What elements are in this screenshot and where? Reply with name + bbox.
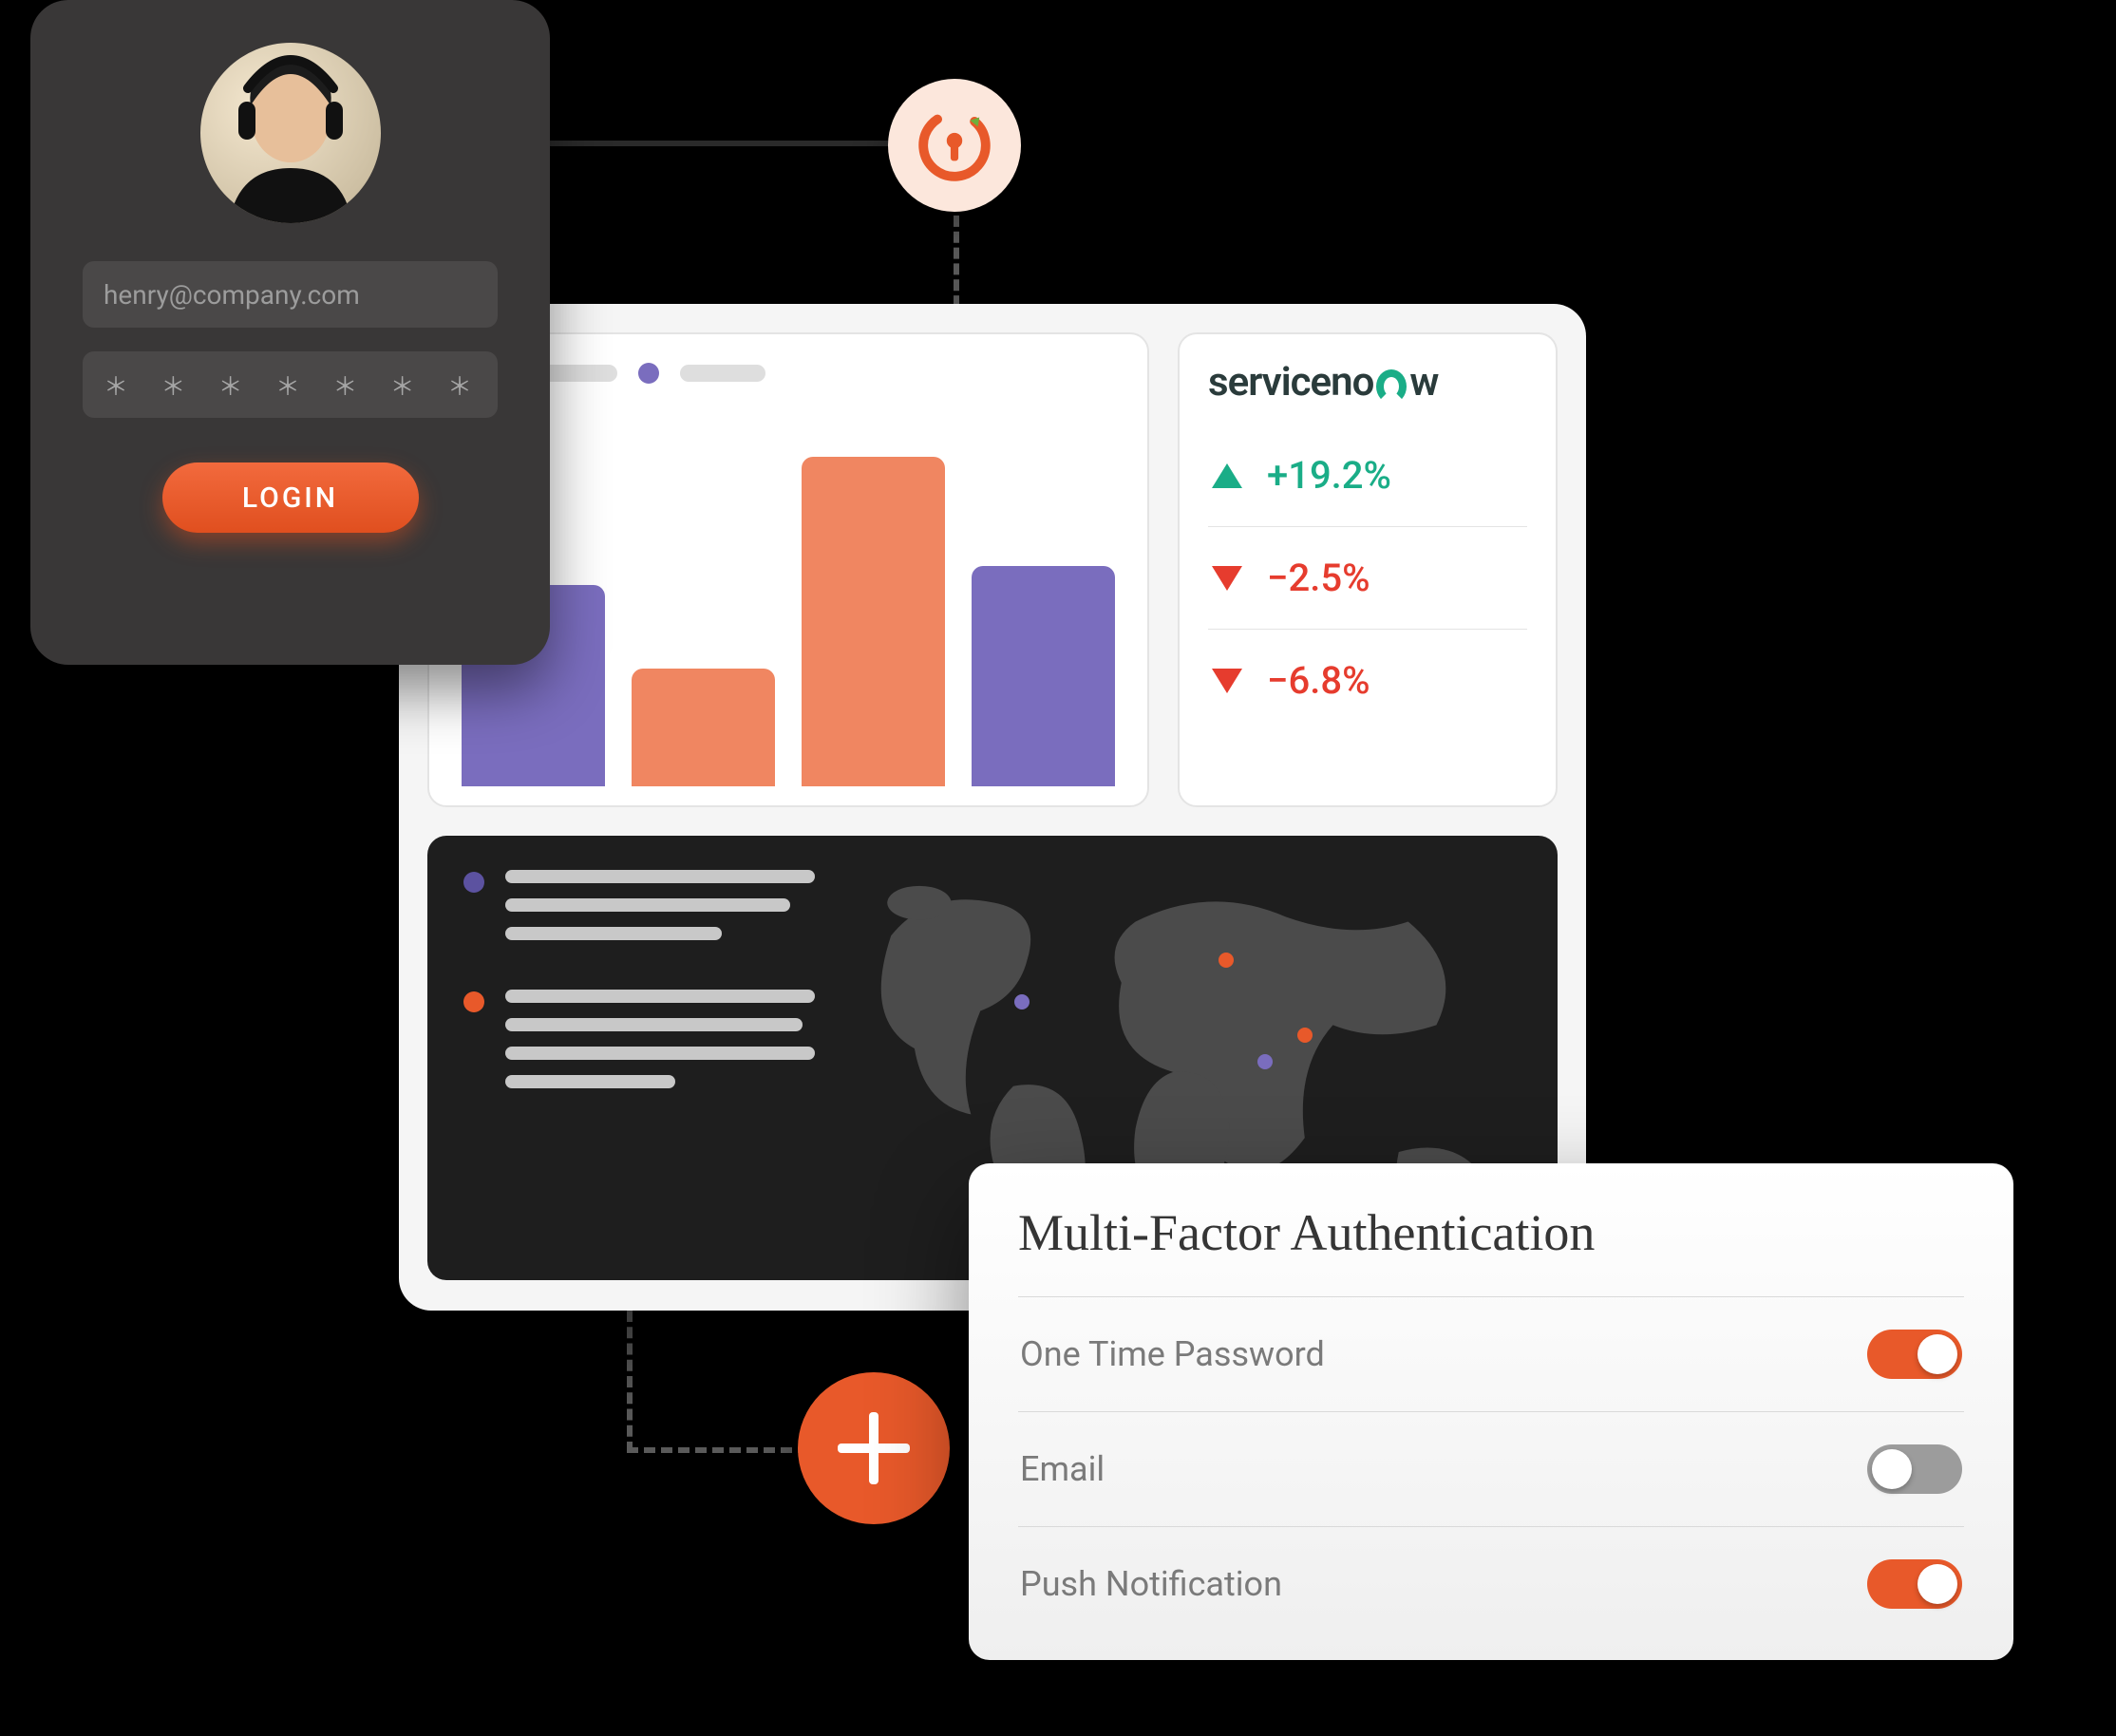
chart-legend (462, 363, 1115, 384)
mfa-toggle[interactable] (1867, 1330, 1962, 1379)
map-marker (1219, 953, 1234, 968)
chart-bar (632, 669, 775, 786)
stat-value: −6.8% (1267, 658, 1370, 703)
avatar (200, 43, 381, 223)
map-marker (1014, 994, 1030, 1010)
mfa-toggle[interactable] (1867, 1444, 1962, 1494)
triangle-up-icon (1212, 463, 1242, 488)
connector-dashed (627, 1311, 633, 1453)
servicenow-logo: servicenow (1208, 359, 1527, 406)
legend-dot-series2 (638, 363, 659, 384)
mfa-option-label: Email (1020, 1449, 1105, 1489)
stat-row: +19.2% (1208, 425, 1527, 526)
placeholder-line (505, 1018, 803, 1031)
login-button[interactable]: LOGIN (162, 462, 419, 533)
mfa-option-row: One Time Password (1018, 1296, 1964, 1411)
placeholder-line (505, 1075, 675, 1088)
stat-value: −2.5% (1267, 556, 1370, 600)
chart-bar (802, 457, 945, 786)
triangle-down-icon (1212, 566, 1242, 591)
dashboard-panel: servicenow +19.2% −2.5% −6.8% (399, 304, 1586, 1311)
placeholder-line (505, 898, 790, 912)
login-card: LOGIN (30, 0, 550, 665)
stat-row: −2.5% (1208, 526, 1527, 629)
mfa-option-label: One Time Password (1020, 1334, 1325, 1374)
placeholder-line (505, 870, 815, 883)
list-item (463, 990, 815, 1088)
legend-dot-icon (463, 872, 484, 893)
mfa-toggle[interactable] (1867, 1559, 1962, 1609)
placeholder-line (505, 990, 815, 1003)
mfa-option-row: Push Notification (1018, 1526, 1964, 1641)
keyhole-icon (916, 106, 993, 184)
password-field[interactable] (83, 351, 498, 418)
legend-dot-icon (463, 991, 484, 1012)
chart-bar (972, 566, 1115, 786)
list-item (463, 870, 815, 940)
placeholder-line (505, 1047, 815, 1060)
stat-value: +19.2% (1267, 453, 1391, 498)
add-button[interactable] (798, 1372, 950, 1524)
brand-badge (888, 79, 1021, 212)
stats-card: servicenow +19.2% −2.5% −6.8% (1178, 332, 1558, 807)
mfa-title: Multi-Factor Authentication (1018, 1203, 1964, 1262)
mfa-option-label: Push Notification (1020, 1564, 1282, 1604)
placeholder-line (505, 927, 722, 940)
map-legend-list (463, 870, 815, 1246)
mfa-option-row: Email (1018, 1411, 1964, 1526)
stat-row: −6.8% (1208, 629, 1527, 731)
email-field[interactable] (83, 261, 498, 328)
chart-bars-area (462, 420, 1115, 786)
legend-placeholder (680, 365, 765, 382)
triangle-down-icon (1212, 669, 1242, 693)
connector-dashed (627, 1447, 826, 1453)
mfa-panel: Multi-Factor Authentication One Time Pas… (969, 1163, 2013, 1660)
